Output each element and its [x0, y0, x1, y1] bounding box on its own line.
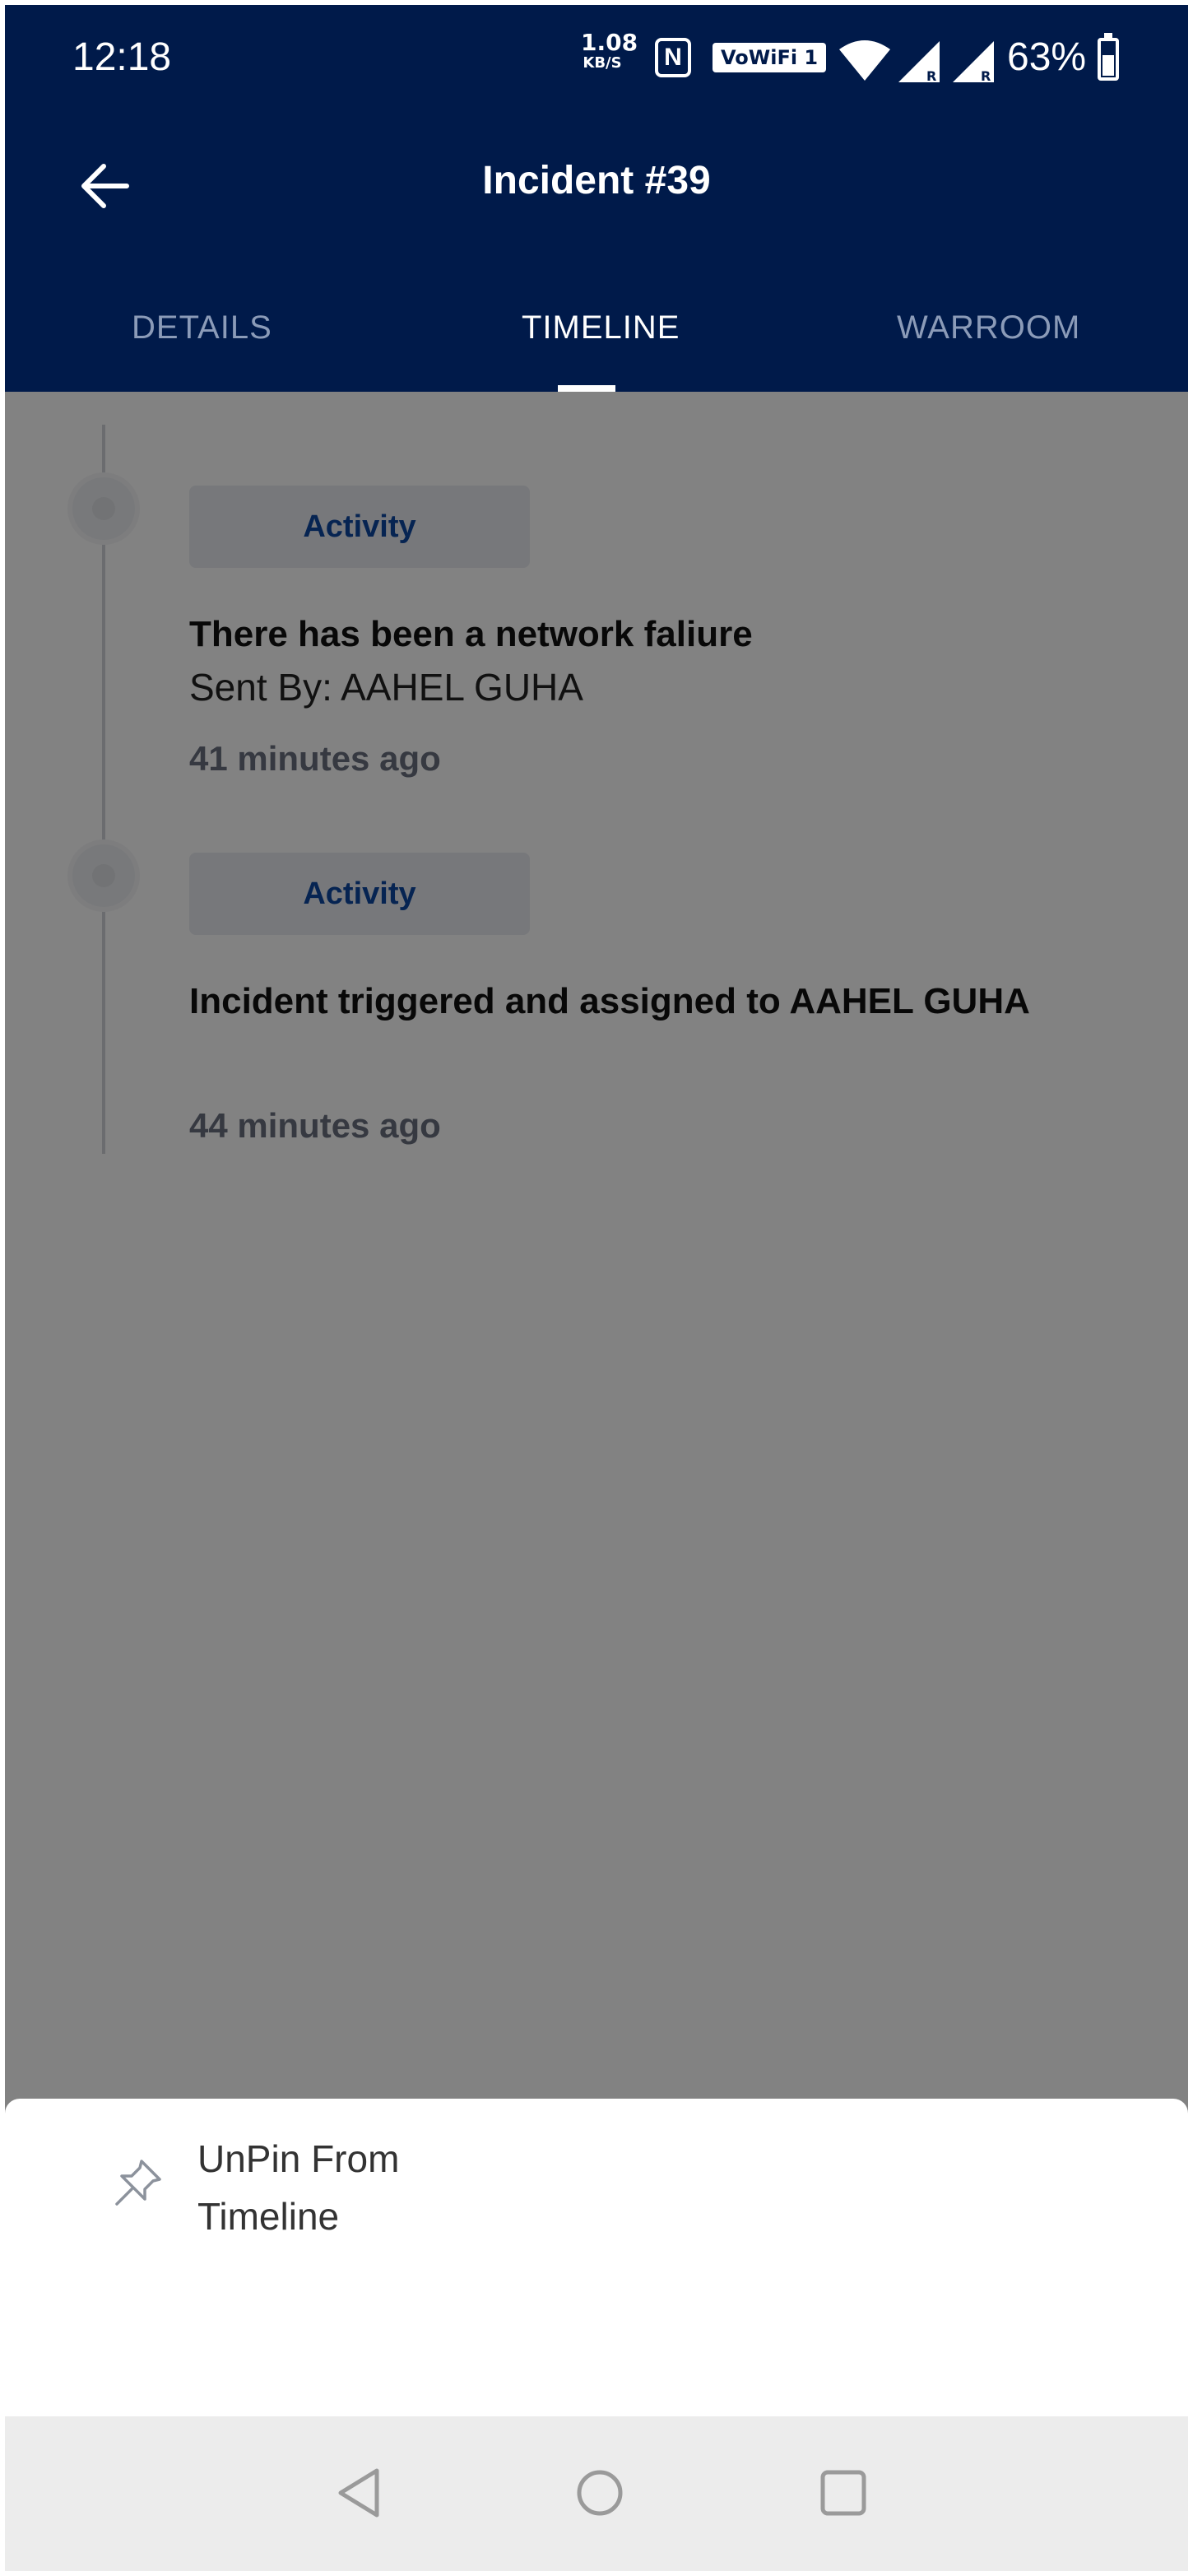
status-bar: 12:18 1.08 KB/S N VoWiFi 1 R R 63%: [5, 5, 1188, 112]
nav-home-button[interactable]: [571, 2464, 629, 2522]
app-frame: 12:18 1.08 KB/S N VoWiFi 1 R R 63% Incid…: [5, 5, 1188, 2571]
svg-text:R: R: [981, 68, 991, 84]
battery-percent: 63%: [1007, 35, 1087, 79]
pin-icon: [115, 2160, 161, 2206]
app-header: 12:18 1.08 KB/S N VoWiFi 1 R R 63% Incid…: [5, 5, 1188, 392]
nav-recents-button[interactable]: [815, 2464, 872, 2522]
page-title: Incident #39: [482, 159, 711, 202]
cell-signal-icon-2: R: [953, 41, 994, 84]
wifi-icon: [839, 40, 890, 81]
active-tab-indicator: [558, 385, 615, 392]
tab-timeline[interactable]: TIMELINE: [522, 309, 680, 346]
network-speed-unit: KB/S: [583, 54, 622, 72]
svg-text:R: R: [926, 68, 936, 84]
unpin-label: UnPin From Timeline: [197, 2137, 400, 2238]
tab-warroom[interactable]: WARROOM: [897, 309, 1080, 346]
bottom-sheet: UnPin From Timeline: [5, 2099, 1188, 2416]
system-nav-bar: [5, 2416, 1188, 2571]
network-speed-value: 1.08: [581, 29, 638, 56]
tab-bar: DETAILS TIMELINE WARROOM: [5, 285, 1188, 392]
status-time: 12:18: [72, 35, 172, 79]
nav-home-icon: [577, 2470, 623, 2516]
nav-recents-icon: [820, 2470, 866, 2516]
unpin-from-timeline-button[interactable]: UnPin From Timeline: [5, 2099, 1188, 2247]
battery-icon: [1098, 33, 1119, 81]
battery-level: [1102, 55, 1114, 76]
nav-back-button[interactable]: [331, 2464, 388, 2522]
vowifi-badge: VoWiFi 1: [713, 43, 827, 72]
network-speed: 1.08 KB/S: [581, 29, 638, 72]
nfc-icon: N: [655, 38, 691, 77]
cell-signal-icon: R: [898, 41, 940, 84]
nav-back-icon: [338, 2468, 379, 2518]
tab-details[interactable]: DETAILS: [132, 309, 272, 346]
